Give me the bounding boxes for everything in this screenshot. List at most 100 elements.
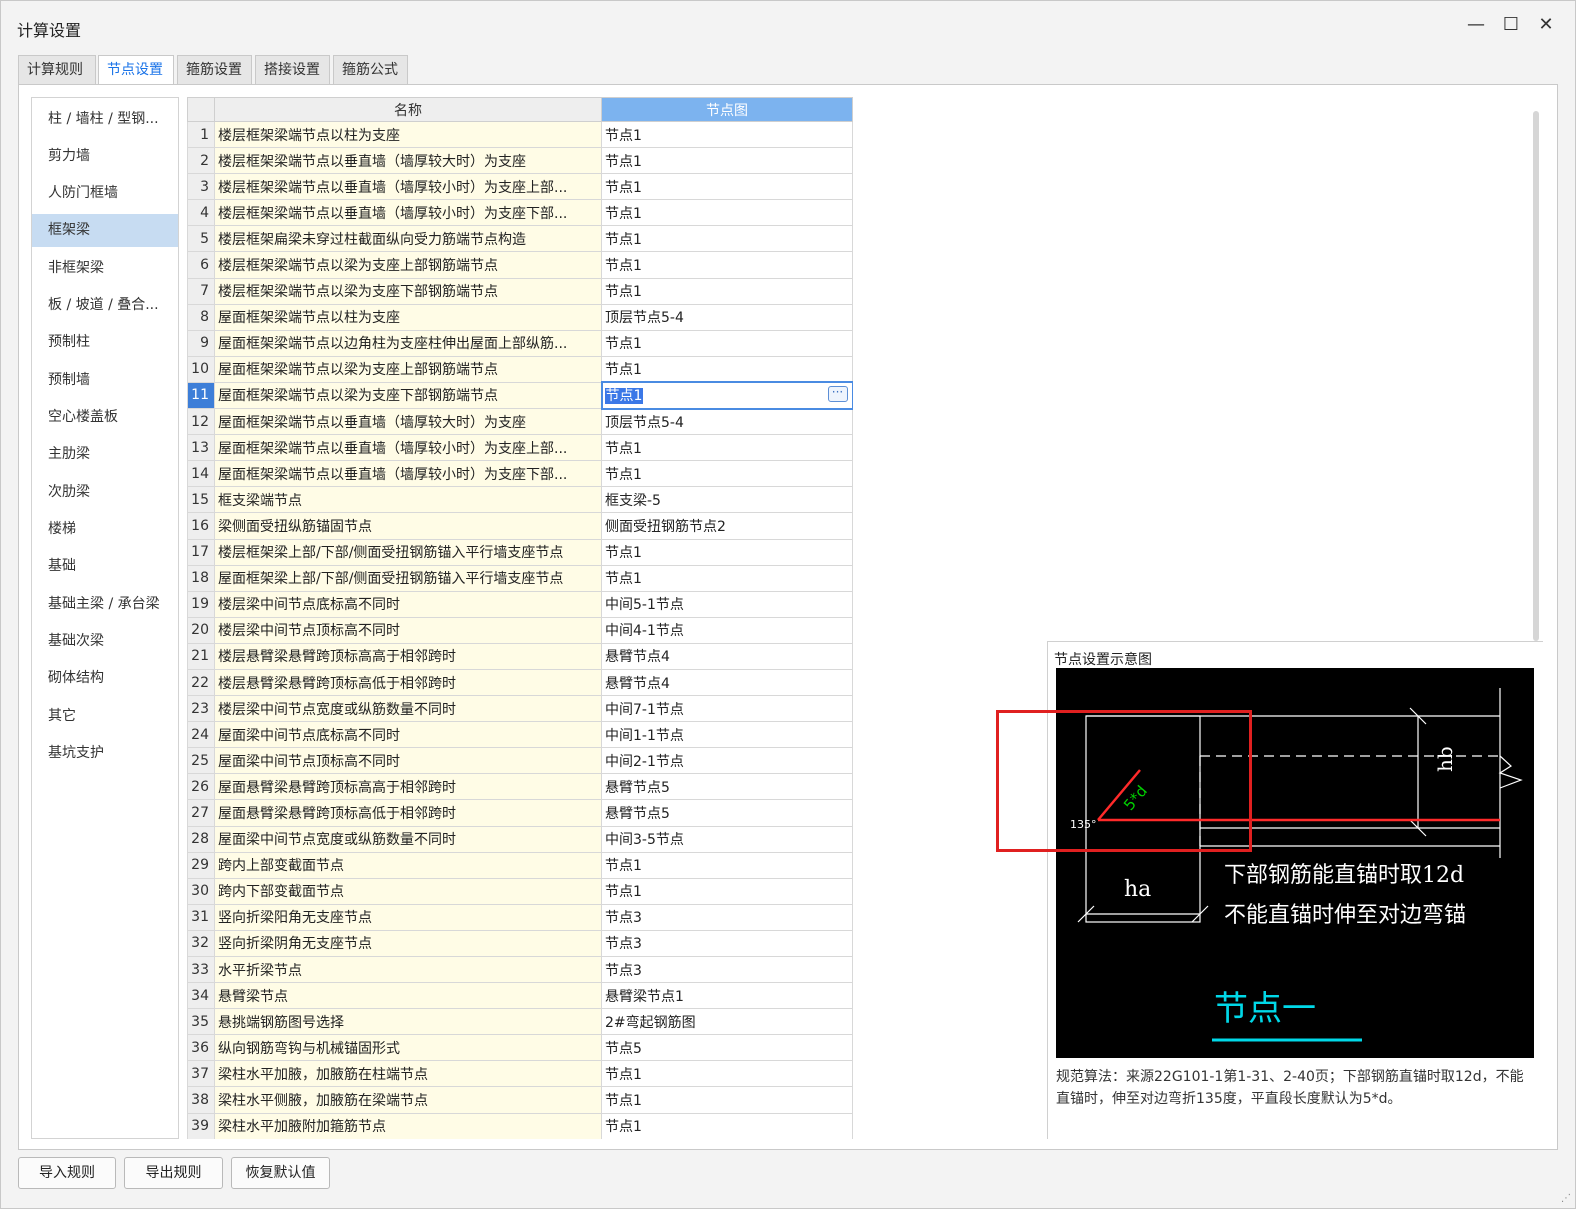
row-node-value[interactable]: 顶层节点5-4: [601, 303, 853, 331]
row-node-value[interactable]: 节点1: [601, 173, 853, 201]
table-row[interactable]: 34 悬臂梁节点 悬臂梁节点1: [187, 982, 853, 1010]
table-row[interactable]: 8 屋面框架梁端节点以柱为支座 顶层节点5-4: [187, 303, 853, 331]
table-row[interactable]: 13 屋面框架梁端节点以垂直墙（墙厚较小时）为支座上部... 节点1: [187, 434, 853, 462]
row-node-value[interactable]: 节点1: [601, 538, 853, 566]
table-row[interactable]: 10 屋面框架梁端节点以梁为支座上部钢筋端节点 节点1: [187, 355, 853, 383]
row-node-value[interactable]: 节点1: [601, 1060, 853, 1088]
table-row[interactable]: 32 竖向折梁阴角无支座节点 节点3: [187, 929, 853, 958]
row-node-value[interactable]: 顶层节点5-4: [601, 408, 853, 436]
sidebar-item-shear-wall[interactable]: 剪力墙: [32, 140, 178, 173]
sidebar-item-column[interactable]: 柱 / 墙柱 / 型钢...: [32, 103, 178, 136]
row-node-value[interactable]: 2#弯起钢筋图: [601, 1008, 853, 1036]
row-node-value[interactable]: 中间7-1节点: [601, 695, 853, 723]
row-node-value[interactable]: 节点3: [601, 955, 853, 984]
node-value-edit-text[interactable]: 节点1: [604, 388, 644, 405]
sidebar-item-other[interactable]: 其它: [32, 700, 178, 733]
row-node-value[interactable]: 悬臂梁节点1: [601, 982, 853, 1010]
row-node-value[interactable]: 中间4-1节点: [601, 616, 853, 644]
table-row[interactable]: 29 跨内上部变截面节点 节点1: [187, 851, 853, 879]
sidebar-item-precast-wall[interactable]: 预制墙: [32, 364, 178, 397]
row-node-value[interactable]: 节点1: [601, 251, 853, 279]
row-node-value[interactable]: 节点1: [601, 434, 853, 462]
row-node-value[interactable]: 悬臂节点5: [601, 773, 853, 801]
table-row[interactable]: 35 悬挑端钢筋图号选择 2#弯起钢筋图: [187, 1008, 853, 1036]
sidebar-item-masonry[interactable]: 砌体结构: [32, 662, 178, 695]
table-row[interactable]: 25 屋面梁中间节点顶标高不同时 中间2-1节点: [187, 747, 853, 775]
table-row[interactable]: 16 梁侧面受扭纵筋锚固节点 侧面受扭钢筋节点2: [187, 512, 853, 540]
sidebar-item-non-frame-beam[interactable]: 非框架梁: [32, 252, 178, 285]
vertical-scrollbar[interactable]: [1533, 111, 1539, 641]
sidebar-item-hollow-floor[interactable]: 空心楼盖板: [32, 401, 178, 434]
sidebar-item-foundation[interactable]: 基础: [32, 550, 178, 583]
maximize-icon[interactable]: ☐: [1499, 13, 1523, 37]
tab-stirrup-settings[interactable]: 箍筋设置: [177, 55, 252, 84]
table-row[interactable]: 9 屋面框架梁端节点以边角柱为支座柱伸出屋面上部纵筋... 节点1: [187, 329, 853, 357]
table-row-selected[interactable]: 11 屋面框架梁端节点以梁为支座下部钢筋端节点 节点1 ···: [187, 381, 853, 410]
table-row[interactable]: 19 楼层梁中间节点底标高不同时 中间5-1节点: [187, 590, 853, 618]
row-node-value[interactable]: 节点3: [601, 929, 853, 958]
sidebar-item-frame-beam[interactable]: 框架梁: [32, 214, 178, 247]
row-node-value[interactable]: 节点1: [601, 877, 853, 905]
tab-stirrup-formula[interactable]: 箍筋公式: [333, 55, 408, 84]
table-row[interactable]: 27 屋面悬臂梁悬臂跨顶标高低于相邻跨时 悬臂节点5: [187, 799, 853, 827]
row-node-value[interactable]: 节点1: [601, 120, 853, 149]
minimize-icon[interactable]: —: [1464, 13, 1488, 37]
row-node-value[interactable]: 节点1: [601, 329, 853, 357]
row-node-value[interactable]: 节点1: [601, 199, 853, 227]
table-row[interactable]: 2 楼层框架梁端节点以垂直墙（墙厚较大时）为支座 节点1: [187, 147, 853, 175]
table-row[interactable]: 1 楼层框架梁端节点以柱为支座 节点1: [187, 120, 853, 149]
table-row[interactable]: 7 楼层框架梁端节点以梁为支座下部钢筋端节点 节点1: [187, 277, 853, 305]
table-row[interactable]: 24 屋面梁中间节点底标高不同时 中间1-1节点: [187, 721, 853, 749]
row-node-value[interactable]: 框支梁-5: [601, 486, 853, 514]
sidebar-item-slab[interactable]: 板 / 坡道 / 叠合...: [32, 289, 178, 322]
sidebar-item-main-rib-beam[interactable]: 主肋梁: [32, 438, 178, 471]
row-node-value[interactable]: 节点3: [601, 903, 853, 931]
row-node-value[interactable]: 节点1: [601, 225, 853, 253]
sidebar-item-secondary-rib-beam[interactable]: 次肋梁: [32, 476, 178, 509]
table-row[interactable]: 18 屋面框架梁上部/下部/侧面受扭钢筋锚入平行墙支座节点 节点1: [187, 564, 853, 592]
row-node-value[interactable]: 节点1: [601, 1112, 853, 1139]
row-node-value[interactable]: 中间3-5节点: [601, 825, 853, 853]
table-row[interactable]: 36 纵向钢筋弯钩与机械锚固形式 节点5: [187, 1034, 853, 1062]
sidebar-item-pit-support[interactable]: 基坑支护: [32, 737, 178, 770]
import-rules-button[interactable]: 导入规则: [18, 1157, 116, 1189]
row-node-value[interactable]: 中间1-1节点: [601, 721, 853, 749]
table-row[interactable]: 21 楼层悬臂梁悬臂跨顶标高高于相邻跨时 悬臂节点4: [187, 642, 853, 670]
tab-calc-rules[interactable]: 计算规则: [18, 55, 96, 84]
row-node-value[interactable]: 节点1: [601, 277, 853, 305]
row-node-value[interactable]: 节点1: [601, 355, 853, 383]
table-row[interactable]: 5 楼层框架扁梁未穿过柱截面纵向受力筋端节点构造 节点1: [187, 225, 853, 253]
name-column-header[interactable]: 名称: [214, 97, 602, 122]
node-value-editor[interactable]: 节点1 ···: [600, 381, 853, 410]
row-node-value[interactable]: 中间5-1节点: [601, 590, 853, 618]
resize-grip-icon[interactable]: ⋰: [1561, 1193, 1571, 1204]
tab-lap-settings[interactable]: 搭接设置: [255, 55, 330, 84]
restore-defaults-button[interactable]: 恢复默认值: [231, 1157, 330, 1189]
table-row[interactable]: 6 楼层框架梁端节点以梁为支座上部钢筋端节点 节点1: [187, 251, 853, 279]
table-row[interactable]: 38 梁柱水平侧腋，加腋筋在梁端节点 节点1: [187, 1086, 853, 1114]
row-node-value[interactable]: 节点1: [601, 460, 853, 488]
row-node-value[interactable]: 节点1: [601, 564, 853, 592]
sidebar-item-foundation-main-beam[interactable]: 基础主梁 / 承台梁: [32, 588, 178, 621]
table-row[interactable]: 28 屋面梁中间节点宽度或纵筋数量不同时 中间3-5节点: [187, 825, 853, 853]
table-row[interactable]: 30 跨内下部变截面节点 节点1: [187, 877, 853, 905]
table-row[interactable]: 26 屋面悬臂梁悬臂跨顶标高高于相邻跨时 悬臂节点5: [187, 773, 853, 801]
row-node-value[interactable]: 侧面受扭钢筋节点2: [601, 512, 853, 540]
close-icon[interactable]: ✕: [1534, 13, 1558, 37]
table-row[interactable]: 20 楼层梁中间节点顶标高不同时 中间4-1节点: [187, 616, 853, 644]
row-node-value[interactable]: 节点1: [601, 851, 853, 879]
table-row[interactable]: 39 梁柱水平加腋附加箍筋节点 节点1: [187, 1112, 853, 1139]
row-node-value[interactable]: 悬臂节点5: [601, 799, 853, 827]
table-row[interactable]: 17 楼层框架梁上部/下部/侧面受扭钢筋锚入平行墙支座节点 节点1: [187, 538, 853, 566]
table-row[interactable]: 3 楼层框架梁端节点以垂直墙（墙厚较小时）为支座上部... 节点1: [187, 173, 853, 201]
table-row[interactable]: 12 屋面框架梁端节点以垂直墙（墙厚较大时）为支座 顶层节点5-4: [187, 408, 853, 436]
table-row[interactable]: 33 水平折梁节点 节点3: [187, 955, 853, 984]
sidebar-item-foundation-secondary-beam[interactable]: 基础次梁: [32, 625, 178, 658]
table-row[interactable]: 23 楼层梁中间节点宽度或纵筋数量不同时 中间7-1节点: [187, 695, 853, 723]
export-rules-button[interactable]: 导出规则: [124, 1157, 223, 1189]
row-node-value[interactable]: 节点1: [601, 147, 853, 175]
table-row[interactable]: 22 楼层悬臂梁悬臂跨顶标高低于相邻跨时 悬臂节点4: [187, 668, 853, 697]
tab-node-settings[interactable]: 节点设置: [98, 55, 174, 85]
more-options-icon[interactable]: ···: [827, 386, 848, 403]
sidebar-item-precast-column[interactable]: 预制柱: [32, 326, 178, 359]
